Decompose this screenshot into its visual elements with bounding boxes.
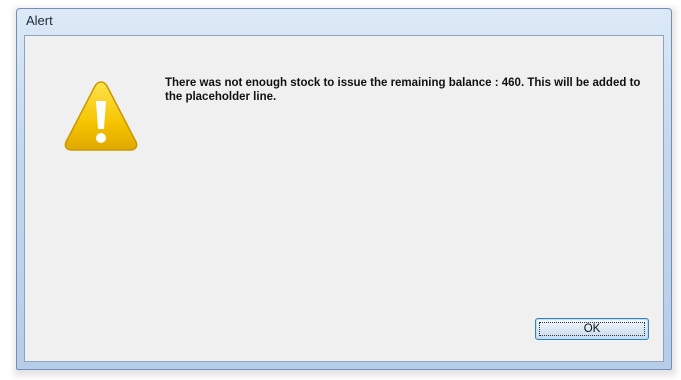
ok-button[interactable]: OK <box>535 318 649 340</box>
alert-message: There was not enough stock to issue the … <box>165 77 641 103</box>
ok-button-label: OK <box>583 323 601 335</box>
screen: Alert There was not enough stock to issu… <box>0 0 681 380</box>
title-bar[interactable]: Alert <box>17 9 671 33</box>
window-title: Alert <box>26 13 53 28</box>
alert-dialog: Alert There was not enough stock to issu… <box>16 8 672 370</box>
dialog-body: There was not enough stock to issue the … <box>24 35 664 362</box>
warning-icon <box>64 81 138 151</box>
